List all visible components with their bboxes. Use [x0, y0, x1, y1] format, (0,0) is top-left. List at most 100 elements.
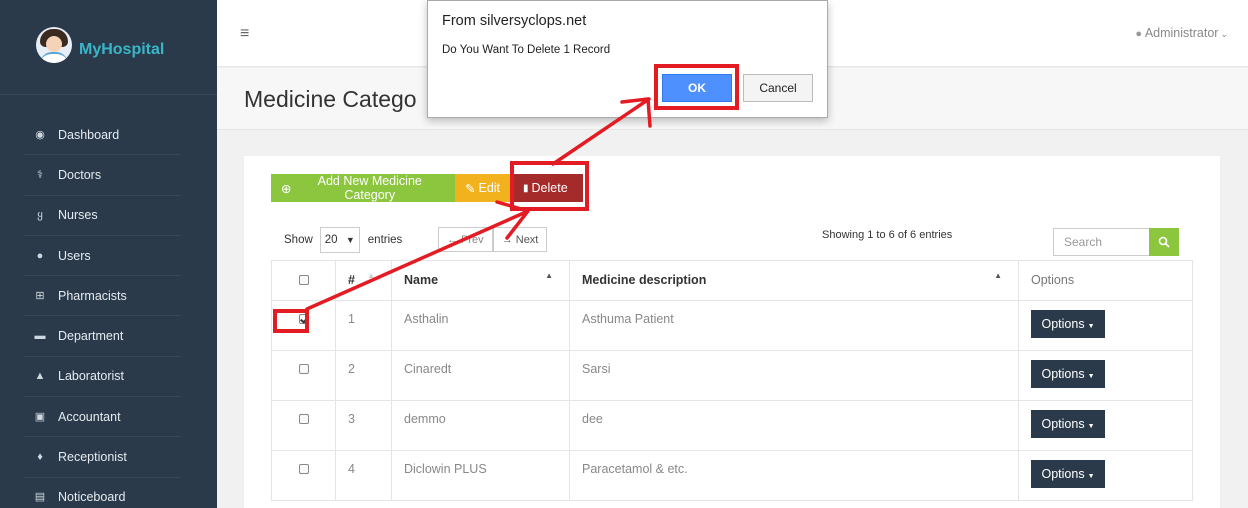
row-name: Diclowin PLUS [391, 450, 570, 501]
doctor-logo-icon [36, 27, 72, 63]
cancel-button[interactable]: Cancel [743, 74, 813, 102]
sidebar-nav: ◉ Dashboard ⚕ Doctors ყ Nurses ● Users ⊞ Pharmaci… [0, 115, 217, 508]
col-desc-label: Medicine description [582, 273, 707, 287]
pager: ← Prev → Next [438, 227, 548, 252]
select-all-checkbox[interactable] [298, 275, 309, 285]
options-dropdown-button[interactable]: Options ▼ [1031, 410, 1105, 438]
user-label: Administrator [1144, 26, 1219, 40]
stethoscope-icon: ყ [37, 209, 43, 222]
sidebar-item-label: Laboratorist [58, 369, 125, 384]
add-category-label: Add New Medicine Category [317, 174, 422, 202]
page-size-value: 20 [324, 234, 338, 246]
chevron-down-icon: ⌄ [1220, 29, 1228, 39]
options-dropdown-button[interactable]: Options ▼ [1031, 360, 1105, 388]
trash-icon: ▮ [523, 182, 529, 194]
showing-entries-text: Showing 1 to 6 of 6 entries [822, 229, 953, 241]
add-category-button[interactable]: ⊕ Add New Medicine Category [271, 174, 455, 202]
row-select-cell [271, 300, 336, 351]
col-header-num[interactable]: # ▲ [335, 260, 392, 301]
row-name: demmo [391, 400, 570, 451]
user-menu[interactable]: ● Administrator ⌄ [1135, 26, 1228, 40]
delete-button[interactable]: ▮ Delete [513, 174, 583, 202]
row-options-cell: Options ▼ [1018, 350, 1193, 401]
table-header-row: # ▲ Name ▲ Medicine description ▲ Options [271, 260, 1193, 301]
user-icon: ● [36, 249, 44, 262]
money-icon: ▣ [34, 410, 46, 423]
briefcase-icon: ▬ [34, 330, 46, 343]
page-size-select[interactable]: 20 ▼ [319, 227, 360, 253]
receptionist-icon: ♦ [37, 451, 43, 464]
row-checkbox[interactable] [298, 314, 309, 324]
row-description: Sarsi [569, 350, 1019, 401]
sidebar-item-label: Department [58, 329, 124, 344]
sidebar-item-label: Accountant [58, 409, 121, 424]
sidebar: MyHospital ◉ Dashboard ⚕ Doctors ყ Nurses ● Use… [0, 0, 217, 508]
dialog-title: From silversyclops.net [442, 13, 587, 29]
sidebar-item-dashboard[interactable]: ◉ Dashboard [24, 115, 181, 156]
col-header-description[interactable]: Medicine description ▲ [569, 260, 1019, 301]
row-options-cell: Options ▼ [1018, 400, 1193, 451]
row-checkbox[interactable] [298, 464, 309, 474]
row-description: Asthuma Patient [569, 300, 1019, 351]
table-row: 1 Asthalin Asthuma Patient Options ▼ [271, 300, 1193, 351]
row-select-cell [271, 400, 336, 451]
row-num: 3 [335, 400, 392, 451]
sidebar-item-accountant[interactable]: ▣ Accountant [24, 397, 181, 438]
caret-down-icon: ▼ [1087, 473, 1095, 480]
sidebar-item-doctors[interactable]: ⚕ Doctors [24, 155, 181, 196]
row-description: Paracetamol & etc. [569, 450, 1019, 501]
row-select-cell [271, 450, 336, 501]
search-icon [1158, 236, 1170, 248]
sidebar-item-pharmacists[interactable]: ⊞ Pharmacists [24, 276, 181, 317]
sort-icon: ▲ [367, 271, 375, 280]
dialog-message: Do You Want To Delete 1 Record [442, 44, 611, 56]
options-label: Options [1041, 467, 1085, 481]
prev-page-button[interactable]: ← Prev [438, 227, 493, 252]
sort-icon: ▲ [545, 271, 553, 280]
row-num: 4 [335, 450, 392, 501]
caret-down-icon: ▼ [1087, 423, 1095, 430]
select-all-cell [271, 260, 336, 301]
sidebar-item-receptionist[interactable]: ♦ Receptionist [24, 437, 181, 478]
options-label: Options [1041, 367, 1085, 381]
row-checkbox[interactable] [298, 414, 309, 424]
sidebar-item-nurses[interactable]: ყ Nurses [24, 196, 181, 236]
options-label: Options [1041, 317, 1085, 331]
logo-area: MyHospital [0, 0, 217, 95]
edit-button[interactable]: ✎ Edit [455, 174, 513, 202]
sort-icon: ▲ [994, 271, 1002, 280]
col-header-name[interactable]: Name ▲ [391, 260, 570, 301]
search-input[interactable]: Search [1053, 228, 1150, 256]
table-row: 4 Diclowin PLUS Paracetamol & etc. Options ▼ [271, 450, 1193, 501]
action-toolbar: ⊕ Add New Medicine Category ✎ Edit ▮ Del… [271, 174, 583, 202]
options-dropdown-button[interactable]: Options ▼ [1031, 460, 1105, 488]
sidebar-item-laboratorist[interactable]: ▲ Laboratorist [24, 357, 181, 398]
page-title: Medicine Catego [244, 86, 417, 112]
row-num: 2 [335, 350, 392, 401]
sidebar-item-label: Users [58, 248, 91, 263]
row-checkbox[interactable] [298, 364, 309, 374]
sidebar-item-label: Nurses [58, 208, 98, 223]
sidebar-item-users[interactable]: ● Users [24, 236, 181, 277]
caret-down-icon: ▼ [1087, 373, 1095, 380]
sidebar-item-noticeboard[interactable]: ▤ Noticeboard [24, 478, 181, 508]
search-button[interactable] [1149, 228, 1179, 256]
row-options-cell: Options ▼ [1018, 300, 1193, 351]
ok-button[interactable]: OK [662, 74, 732, 102]
options-dropdown-button[interactable]: Options ▼ [1031, 310, 1105, 338]
sidebar-item-label: Pharmacists [58, 288, 127, 303]
edit-label: Edit [478, 181, 501, 195]
doctor-icon: ⚕ [37, 168, 43, 181]
plus-circle-icon: ⊕ [281, 181, 292, 196]
sidebar-item-label: Doctors [58, 167, 102, 182]
row-description: dee [569, 400, 1019, 451]
next-page-button[interactable]: → Next [492, 227, 548, 252]
row-name: Asthalin [391, 300, 570, 351]
col-header-options: Options [1018, 260, 1193, 301]
options-label: Options [1041, 417, 1085, 431]
col-num-label: # [348, 273, 355, 287]
col-name-label: Name [404, 273, 439, 287]
hamburger-menu-icon[interactable]: ≡ [240, 25, 249, 43]
row-num: 1 [335, 300, 392, 351]
sidebar-item-department[interactable]: ▬ Department [24, 316, 181, 357]
